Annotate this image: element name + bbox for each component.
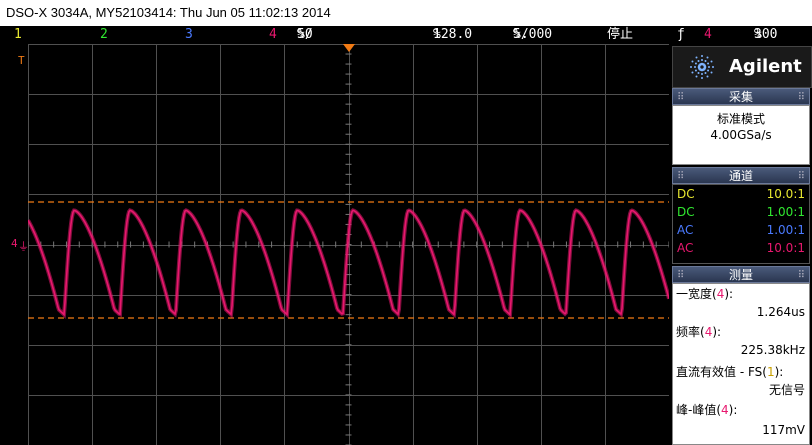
channel-4-trace (28, 208, 669, 319)
agilent-spark-icon (690, 55, 714, 79)
channel-row-3[interactable]: AC 1.00:1 (677, 222, 805, 238)
trigger-time-marker[interactable]: T (18, 54, 25, 67)
channel-marker-gutter: T 4 ⏚ (0, 44, 29, 445)
trigger-position-marker[interactable] (343, 44, 355, 52)
measure-value-3: 无信号 (768, 383, 805, 397)
channel-row-1[interactable]: DC 10.0:1 (677, 186, 805, 202)
measure-label-2: 频率(4): (676, 325, 722, 339)
channel-1-indicator[interactable]: 1 (14, 26, 22, 44)
channel-row-2[interactable]: DC 1.00:1 (677, 204, 805, 220)
measure-body: 一宽度(4): 1.264us 频率(4): 225.38kHz 直流有效值 -… (672, 283, 810, 445)
channels-header[interactable]: ⠿ 通道 ⠿ (672, 167, 810, 184)
acquire-body: 标准模式 4.00GSa/s (672, 105, 810, 165)
channel-4-ground-marker[interactable]: 4 (11, 237, 18, 250)
measure-label-1: 一宽度(4): (676, 287, 734, 301)
measure-value-2: 225.38kHz (740, 343, 805, 357)
measure-value-1: 1.264us (756, 305, 805, 319)
measure-header[interactable]: ⠿ 测量 ⠿ (672, 266, 810, 283)
side-panel: Agilent ⠿ 采集 ⠿ 标准模式 4.00GSa/s ⠿ 通道 ⠿ DC 10.0:… (670, 44, 812, 445)
channel-4-indicator[interactable]: 4 (269, 26, 277, 44)
measure-label-3: 直流有效值 - FS(1): (676, 365, 784, 379)
status-bar: 1 2 3 4 50 %/ 128.0% 5.000 %/ 停止 ƒ 4 300% (0, 26, 812, 44)
acquire-header[interactable]: ⠿ 采集 ⠿ (672, 88, 810, 105)
measure-value-4: 117mV (762, 423, 805, 437)
measure-label-4: 峰-峰值(4): (676, 403, 738, 417)
window-title: DSO-X 3034A, MY52103414: Thu Jun 05 11:0… (0, 0, 812, 26)
run-state[interactable]: 停止 (607, 26, 633, 44)
trigger-edge-icon: ƒ (677, 27, 685, 42)
channels-body: DC 10.0:1 DC 1.00:1 AC 1.00:1 AC 10.0:1 (672, 184, 810, 264)
brand-name: Agilent (729, 56, 802, 77)
channel-row-4[interactable]: AC 10.0:1 (677, 240, 805, 256)
acquire-mode: 标准模式 (716, 112, 765, 126)
sample-rate: 4.00GSa/s (710, 128, 772, 142)
channel-3-indicator[interactable]: 3 (185, 26, 193, 44)
channel-2-indicator[interactable]: 2 (100, 26, 108, 44)
brand-logo: Agilent (672, 46, 812, 88)
waveform-display[interactable] (28, 44, 669, 445)
trigger-channel[interactable]: 4 (704, 26, 712, 44)
